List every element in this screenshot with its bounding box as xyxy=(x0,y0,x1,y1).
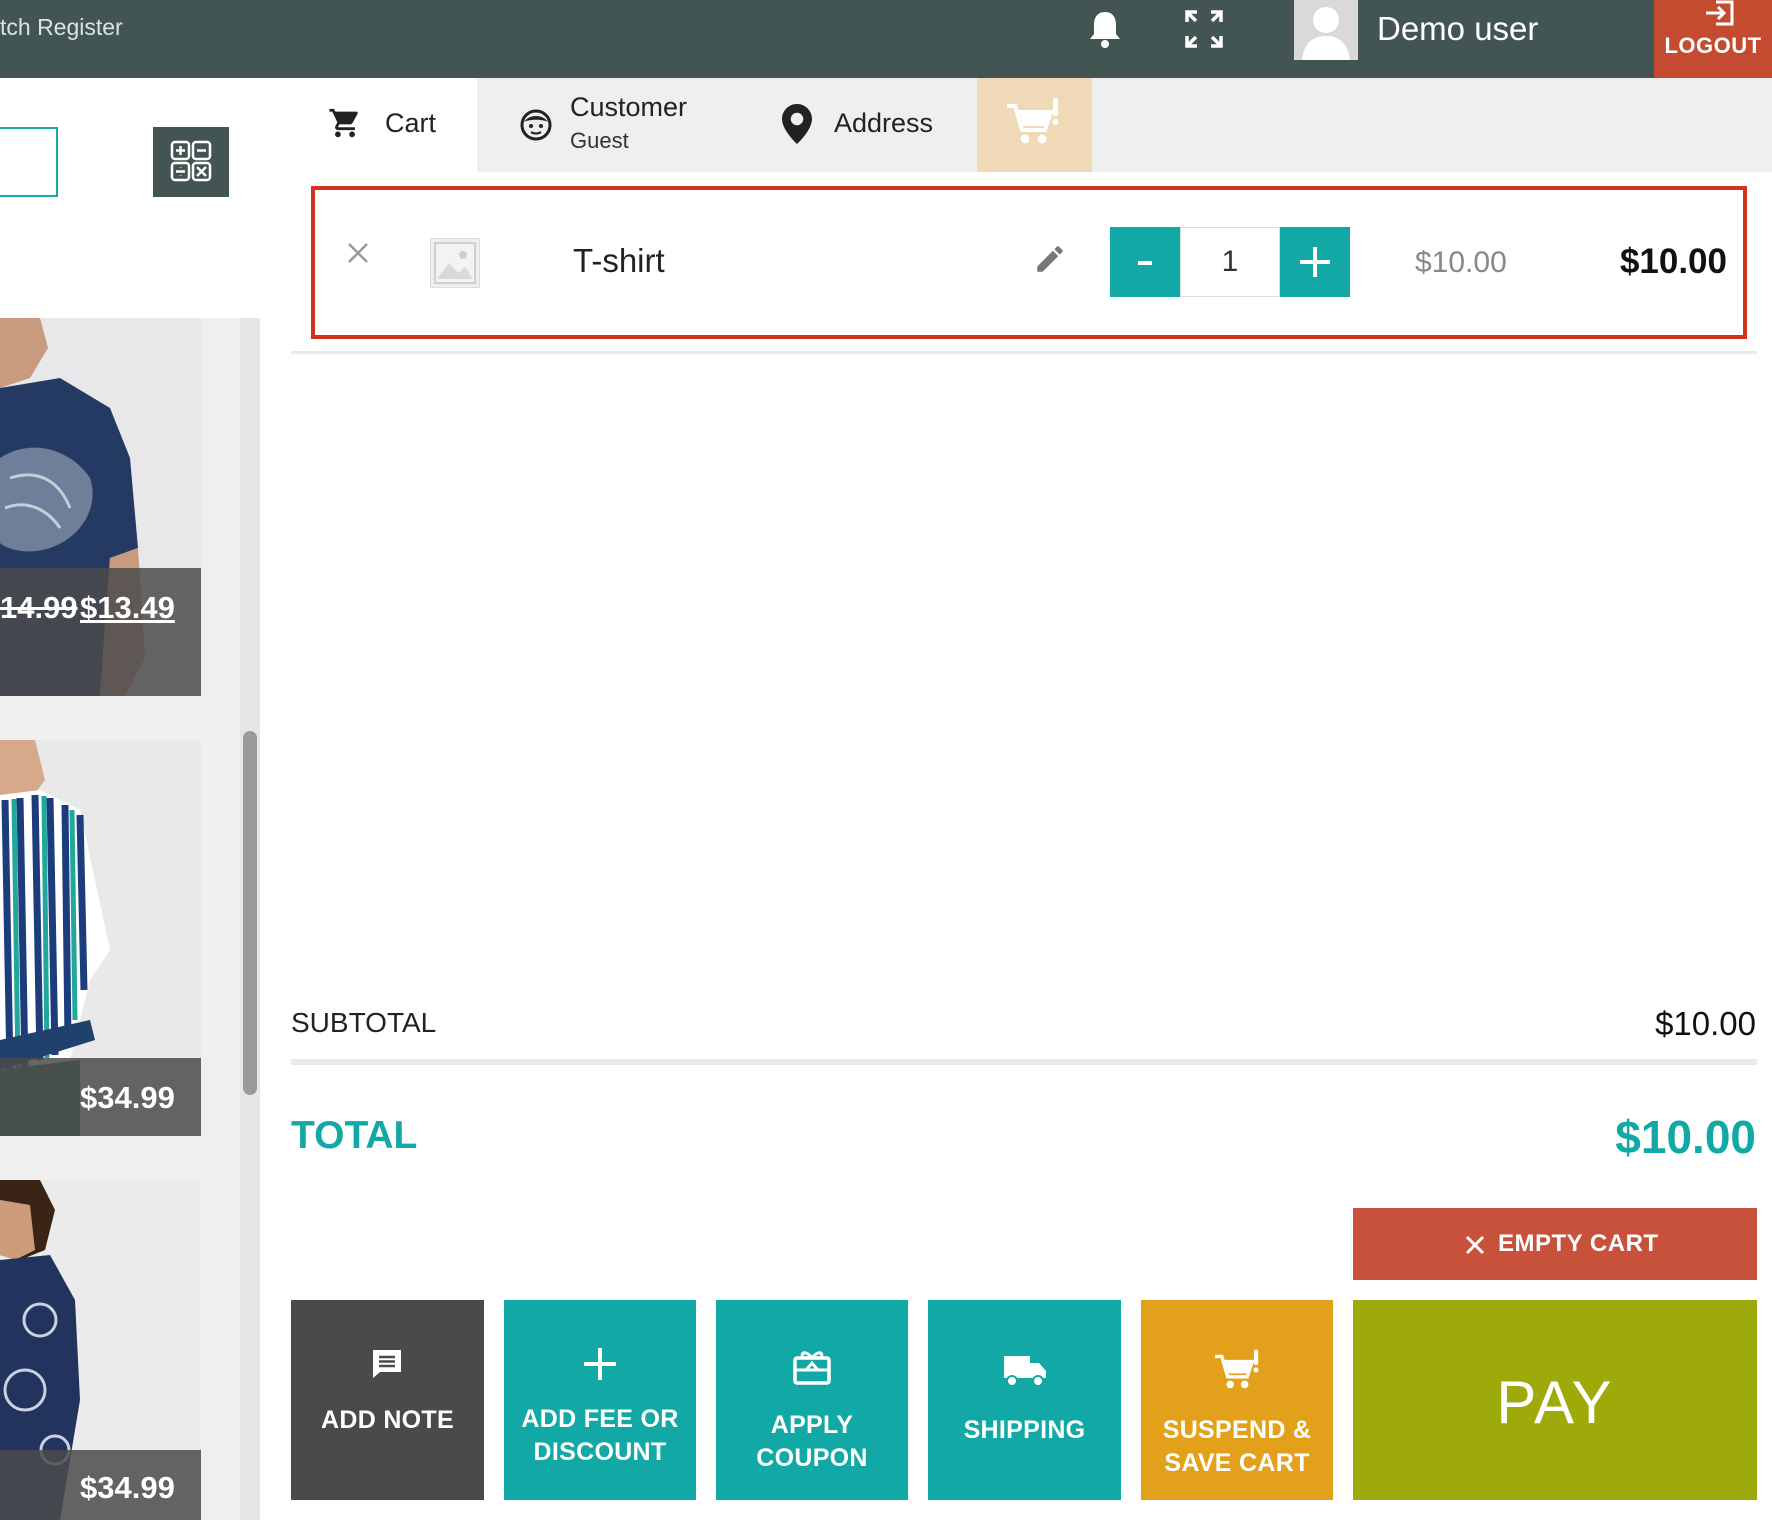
suspend-and-save-cart-button[interactable]: SUSPEND & SAVE CART xyxy=(1141,1300,1333,1500)
suspend-label-line-2: SAVE CART xyxy=(1164,1449,1310,1477)
total-label: TOTAL xyxy=(291,1114,418,1157)
pay-label: PAY xyxy=(1496,1369,1614,1436)
product-panel: 14.99 $13.49 $34.99 $34.99 xyxy=(0,78,260,1520)
quantity-input[interactable]: 1 xyxy=(1180,227,1280,297)
add-note-label: ADD NOTE xyxy=(321,1406,454,1434)
apply-coupon-label-line-1: APPLY xyxy=(770,1411,854,1439)
logout-icon xyxy=(1702,0,1736,28)
logout-label: LOGOUT xyxy=(1664,33,1762,58)
tab-address[interactable]: Address xyxy=(737,78,977,172)
pencil-icon xyxy=(1037,246,1063,272)
product-search-input[interactable] xyxy=(0,127,58,197)
avatar[interactable] xyxy=(1294,0,1358,60)
gift-card-icon xyxy=(793,1351,831,1385)
user-name[interactable]: Demo user xyxy=(1377,10,1538,48)
add-fee-label-line-2: DISCOUNT xyxy=(533,1438,667,1466)
tab-cart[interactable]: Cart xyxy=(260,78,477,172)
customer-face-icon xyxy=(520,109,552,141)
line-total: $10.00 xyxy=(1619,242,1727,281)
cart-tabs: Cart Customer Guest Address xyxy=(260,78,1772,172)
apply-coupon-label-line-2: COUPON xyxy=(756,1444,868,1472)
price-bar: 14.99 $13.49 xyxy=(0,568,201,696)
shipping-button[interactable]: SHIPPING xyxy=(928,1300,1121,1500)
register-title: tch Register xyxy=(0,14,123,40)
product-card[interactable]: $34.99 xyxy=(0,740,201,1136)
suspended-cart-icon xyxy=(1007,98,1059,144)
add-fee-or-discount-button[interactable]: ADD FEE OR DISCOUNT xyxy=(504,1300,696,1500)
minus-icon xyxy=(1138,261,1152,265)
calculator-button[interactable] xyxy=(153,127,229,197)
image-placeholder-icon xyxy=(434,242,476,284)
tab-customer-label: Customer xyxy=(570,92,688,122)
product-price: $13.49 xyxy=(80,590,175,625)
plus-icon xyxy=(584,1348,616,1380)
cart-line-item: T-shirt 1 $10.00 $10.00 xyxy=(311,186,1747,339)
price-bar: $34.99 xyxy=(0,1450,201,1520)
pay-button[interactable]: PAY xyxy=(1353,1300,1757,1500)
scrollbar-thumb[interactable] xyxy=(243,731,257,1095)
unit-price: $10.00 xyxy=(1415,246,1507,279)
add-note-button[interactable]: ADD NOTE xyxy=(291,1300,484,1500)
location-pin-icon xyxy=(782,104,812,144)
customer-value: Guest xyxy=(570,128,629,153)
total-value: $10.00 xyxy=(1615,1111,1756,1163)
empty-cart-button[interactable]: EMPTY CART xyxy=(1353,1208,1757,1280)
divider xyxy=(291,351,1757,354)
tab-cart-label: Cart xyxy=(385,108,437,138)
close-icon xyxy=(1465,1235,1485,1255)
note-icon xyxy=(373,1350,401,1378)
product-thumbnail xyxy=(430,238,480,288)
tab-suspended-carts[interactable] xyxy=(977,78,1092,172)
remove-item-button[interactable] xyxy=(341,236,375,270)
suspend-cart-icon xyxy=(1215,1349,1259,1389)
empty-cart-label: EMPTY CART xyxy=(1498,1230,1659,1257)
cart-icon xyxy=(329,108,358,138)
product-price: $34.99 xyxy=(80,1470,175,1505)
fullscreen-icon[interactable] xyxy=(1183,8,1225,50)
bell-icon[interactable] xyxy=(1085,8,1125,52)
add-fee-label-line-1: ADD FEE OR xyxy=(521,1405,679,1433)
truck-icon xyxy=(1004,1356,1046,1387)
item-name: T-shirt xyxy=(573,242,665,279)
close-icon xyxy=(348,243,368,263)
plus-icon xyxy=(1300,247,1330,277)
divider xyxy=(291,1059,1757,1065)
tab-customer[interactable]: Customer Guest xyxy=(477,78,737,172)
quantity-decrease-button[interactable] xyxy=(1110,227,1180,297)
top-bar: tch Register Demo user LOGOUT xyxy=(0,0,1772,78)
product-price: $34.99 xyxy=(80,1080,175,1115)
product-grid: 14.99 $13.49 $34.99 $34.99 xyxy=(0,318,260,1520)
product-card[interactable]: 14.99 $13.49 xyxy=(0,318,201,696)
logout-button[interactable]: LOGOUT xyxy=(1654,0,1772,78)
shipping-label: SHIPPING xyxy=(963,1416,1086,1444)
product-card[interactable]: $34.99 xyxy=(0,1180,201,1520)
apply-coupon-button[interactable]: APPLY COUPON xyxy=(716,1300,908,1500)
old-price: 14.99 xyxy=(0,590,78,625)
price-bar: $34.99 xyxy=(0,1058,201,1136)
subtotal-value: $10.00 xyxy=(1655,1005,1756,1042)
quantity-increase-button[interactable] xyxy=(1280,227,1350,297)
tab-address-label: Address xyxy=(834,108,934,138)
edit-item-button[interactable] xyxy=(1033,242,1067,276)
suspend-label-line-1: SUSPEND & xyxy=(1162,1416,1312,1444)
subtotal-label: SUBTOTAL xyxy=(291,1007,437,1038)
